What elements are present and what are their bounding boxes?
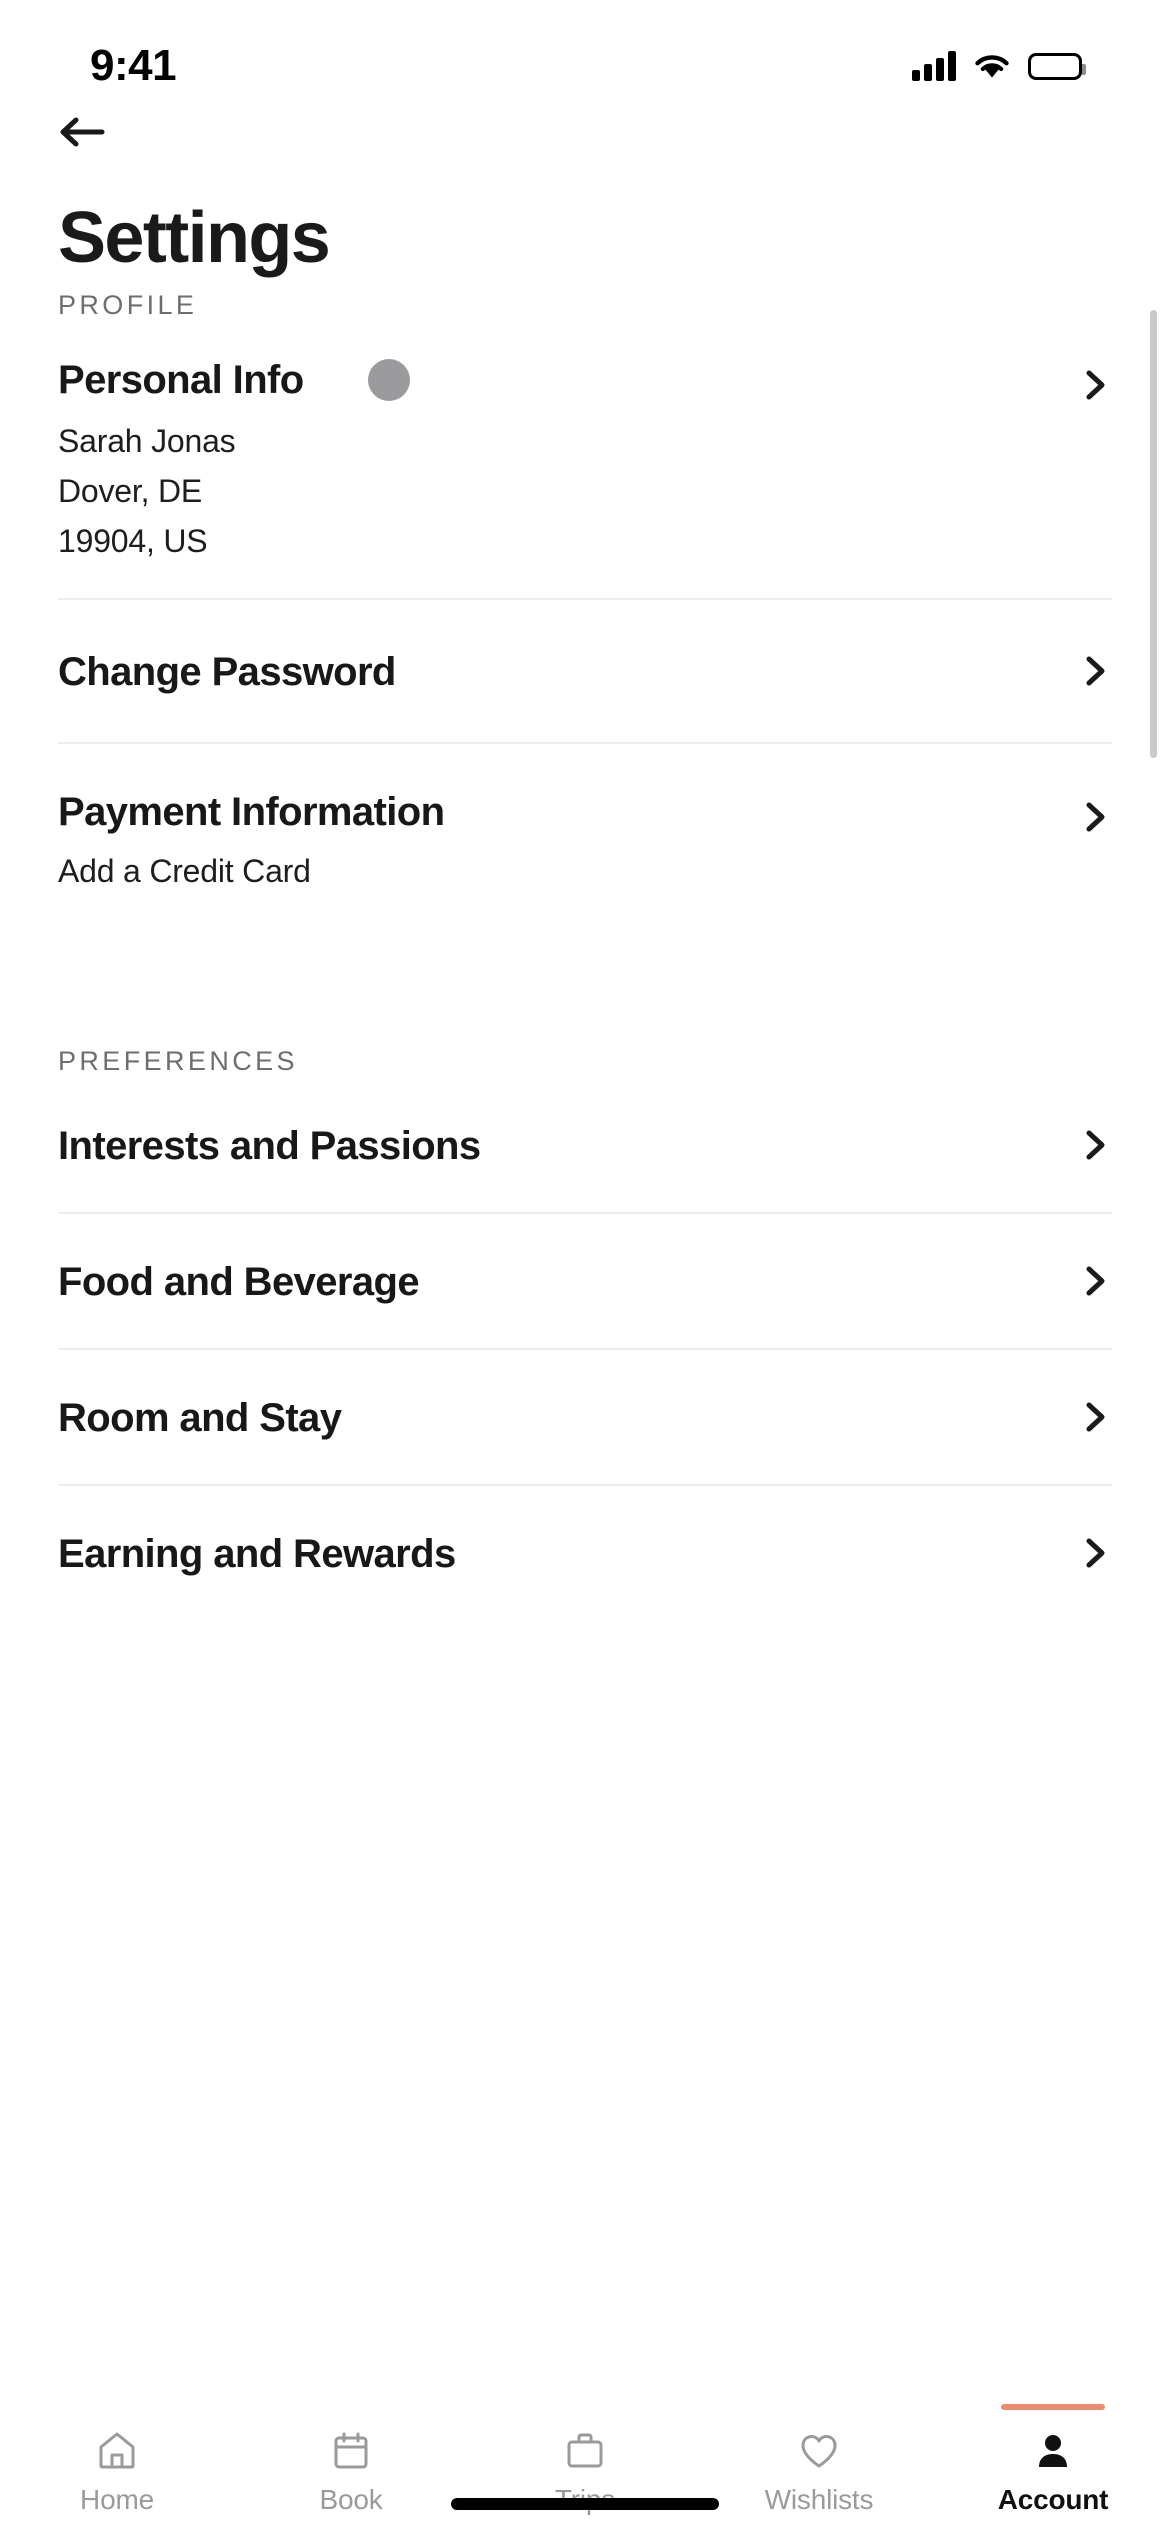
back-arrow-icon xyxy=(60,117,105,147)
person-icon xyxy=(1039,2435,1067,2467)
tab-book[interactable]: Book xyxy=(234,2426,468,2516)
tab-account[interactable]: Account xyxy=(936,2404,1170,2516)
row-title: Payment Information xyxy=(58,790,445,834)
row-room-and-stay[interactable]: Room and Stay xyxy=(58,1350,1112,1484)
row-content: Payment Information Add a Credit Card xyxy=(58,788,1078,896)
row-title: Interests and Passions xyxy=(58,1124,481,1168)
row-content: Earning and Rewards xyxy=(58,1530,1078,1578)
section-label-preferences: PREFERENCES xyxy=(58,1046,298,1076)
scrollbar-thumb[interactable] xyxy=(1150,310,1157,758)
row-title: Change Password xyxy=(58,650,396,694)
status-icons xyxy=(912,39,1086,81)
row-content: Change Password xyxy=(58,648,1078,696)
section-profile: PROFILE Personal Info Sarah Jonas Dover,… xyxy=(0,288,1170,926)
row-header: Earning and Rewards xyxy=(58,1530,1078,1578)
back-button[interactable] xyxy=(56,96,166,168)
row-content: Interests and Passions xyxy=(58,1122,1078,1170)
row-subline: Dover, DE xyxy=(58,473,203,509)
chevron-right-icon xyxy=(1086,370,1105,400)
row-header: Personal Info xyxy=(58,356,1078,404)
chevron-right-icon xyxy=(1086,1130,1105,1160)
preferences-rows: Interests and Passions Food and Beverage xyxy=(0,1078,1170,1620)
bottom-tab-bar: Home Book Trips Wishlists xyxy=(0,2404,1170,2532)
row-title: Earning and Rewards xyxy=(58,1532,456,1576)
tab-label: Book xyxy=(319,2484,383,2515)
wifi-icon xyxy=(972,51,1012,81)
tab-wishlists[interactable]: Wishlists xyxy=(702,2426,936,2516)
briefcase-icon xyxy=(567,2433,603,2468)
row-change-password[interactable]: Change Password xyxy=(58,600,1112,742)
row-food-and-beverage[interactable]: Food and Beverage xyxy=(58,1214,1112,1348)
tab-label: Home xyxy=(80,2484,154,2515)
heart-icon xyxy=(801,2434,837,2468)
row-payment-information[interactable]: Payment Information Add a Credit Card xyxy=(58,744,1112,926)
row-content: Food and Beverage xyxy=(58,1258,1078,1306)
row-content: Room and Stay xyxy=(58,1394,1078,1442)
chevron-right-icon xyxy=(1086,656,1105,686)
avatar[interactable] xyxy=(367,359,410,401)
chevron-right-icon xyxy=(1086,1402,1105,1432)
section-preferences: PREFERENCES Interests and Passions Food … xyxy=(0,1044,1170,1620)
active-tab-indicator xyxy=(1001,2404,1105,2410)
row-personal-info[interactable]: Personal Info Sarah Jonas Dover, DE 1990… xyxy=(58,322,1112,598)
home-indicator xyxy=(451,2498,719,2510)
row-subline: 19904, US xyxy=(58,523,208,559)
row-interests-and-passions[interactable]: Interests and Passions xyxy=(58,1078,1112,1212)
home-icon xyxy=(99,2432,135,2469)
row-subline: Add a Credit Card xyxy=(58,853,311,889)
cellular-signal-icon xyxy=(912,51,956,81)
tab-label: Wishlists xyxy=(764,2484,874,2515)
battery-full-icon xyxy=(1028,52,1086,80)
row-title: Personal Info xyxy=(58,358,304,402)
tab-home[interactable]: Home xyxy=(0,2426,234,2516)
row-header: Payment Information xyxy=(58,788,1078,836)
status-time: 9:41 xyxy=(90,41,177,90)
section-label-profile: PROFILE xyxy=(58,290,198,320)
row-header: Room and Stay xyxy=(58,1394,1078,1442)
calendar-icon xyxy=(334,2432,368,2469)
row-title: Food and Beverage xyxy=(58,1260,420,1304)
row-header: Interests and Passions xyxy=(58,1122,1078,1170)
row-header: Food and Beverage xyxy=(58,1258,1078,1306)
status-bar: 9:41 xyxy=(0,0,1170,120)
row-content: Personal Info Sarah Jonas Dover, DE 1990… xyxy=(58,356,1078,566)
tab-label: Account xyxy=(997,2484,1109,2515)
chevron-right-icon xyxy=(1086,1266,1105,1296)
settings-list: PROFILE Personal Info Sarah Jonas Dover,… xyxy=(0,288,1170,2406)
settings-screen: 9:41 Settings PROFILE Personal Info Sara… xyxy=(0,0,1170,2532)
row-subline: Sarah Jonas xyxy=(58,423,236,459)
profile-rows: Personal Info Sarah Jonas Dover, DE 1990… xyxy=(0,322,1170,926)
row-header: Change Password xyxy=(58,648,1078,696)
row-title: Room and Stay xyxy=(58,1396,342,1440)
page-title: Settings xyxy=(58,198,331,278)
row-earning-and-rewards[interactable]: Earning and Rewards xyxy=(58,1486,1112,1620)
chevron-right-icon xyxy=(1086,802,1105,832)
chevron-right-icon xyxy=(1086,1538,1105,1568)
